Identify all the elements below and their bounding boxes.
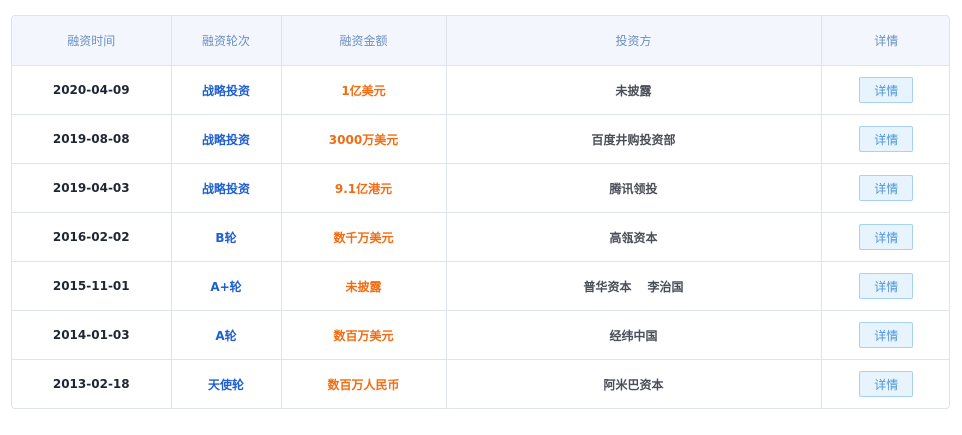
investor-name: 阿米巴资本 bbox=[603, 377, 664, 392]
cell-financing-round: B轮 bbox=[171, 212, 282, 262]
cell-investors: 百度井购投资部 bbox=[446, 114, 822, 164]
table-row: 2015-11-01 A+轮 未披露 普华资本 李治国 详情 bbox=[12, 261, 949, 311]
details-button[interactable]: 详情 bbox=[859, 77, 914, 103]
header-financing-amount: 融资金额 bbox=[281, 16, 447, 66]
investor-name: 高瓴资本 bbox=[609, 230, 658, 245]
cell-financing-amount: 未披露 bbox=[281, 261, 447, 311]
cell-investors: 腾讯领投 bbox=[446, 163, 822, 213]
cell-financing-date: 2016-02-02 bbox=[12, 212, 172, 262]
cell-financing-amount: 1亿美元 bbox=[281, 65, 447, 115]
cell-financing-date: 2014-01-03 bbox=[12, 310, 172, 360]
cell-details: 详情 bbox=[821, 163, 949, 213]
cell-details: 详情 bbox=[821, 261, 949, 311]
cell-details: 详情 bbox=[821, 212, 949, 262]
cell-investors: 普华资本 李治国 bbox=[446, 261, 822, 311]
cell-financing-round: 天使轮 bbox=[171, 359, 282, 408]
table-row: 2020-04-09 战略投资 1亿美元 未披露 详情 bbox=[12, 65, 949, 115]
financing-history-table: 融资时间 融资轮次 融资金额 投资方 详情 2020-04-09 战略投资 1亿美元… bbox=[11, 15, 950, 409]
details-button[interactable]: 详情 bbox=[859, 175, 914, 201]
cell-financing-amount: 3000万美元 bbox=[281, 114, 447, 164]
table-header-row: 融资时间 融资轮次 融资金额 投资方 详情 bbox=[12, 16, 949, 66]
header-investors: 投资方 bbox=[446, 16, 822, 66]
cell-details: 详情 bbox=[821, 65, 949, 115]
investor-name: 未披露 bbox=[615, 83, 652, 98]
cell-financing-amount: 数千万美元 bbox=[281, 212, 447, 262]
investor-name: 百度井购投资部 bbox=[591, 132, 676, 147]
cell-financing-date: 2019-08-08 bbox=[12, 114, 172, 164]
cell-financing-date: 2020-04-09 bbox=[12, 65, 172, 115]
header-details: 详情 bbox=[821, 16, 949, 66]
table-row: 2019-08-08 战略投资 3000万美元 百度井购投资部 详情 bbox=[12, 114, 949, 164]
table-row: 2013-02-18 天使轮 数百万人民币 阿米巴资本 详情 bbox=[12, 359, 949, 409]
cell-financing-date: 2015-11-01 bbox=[12, 261, 172, 311]
details-button[interactable]: 详情 bbox=[859, 126, 914, 152]
cell-details: 详情 bbox=[821, 114, 949, 164]
cell-details: 详情 bbox=[821, 360, 949, 409]
cell-financing-round: A+轮 bbox=[171, 261, 282, 311]
cell-financing-round: 战略投资 bbox=[171, 114, 282, 164]
details-button[interactable]: 详情 bbox=[859, 371, 914, 397]
table-row: 2019-04-03 战略投资 9.1亿港元 腾讯领投 详情 bbox=[12, 163, 949, 213]
investor-name: 普华资本 bbox=[583, 279, 632, 294]
cell-financing-date: 2013-02-18 bbox=[12, 359, 172, 408]
details-button[interactable]: 详情 bbox=[859, 224, 914, 250]
cell-financing-amount: 数百万人民币 bbox=[281, 359, 447, 408]
investor-name: 腾讯领投 bbox=[609, 181, 658, 196]
investor-name: 经纬中国 bbox=[609, 328, 658, 343]
cell-financing-date: 2019-04-03 bbox=[12, 163, 172, 213]
header-financing-time: 融资时间 bbox=[12, 16, 172, 66]
cell-investors: 经纬中国 bbox=[446, 310, 822, 360]
cell-financing-round: 战略投资 bbox=[171, 163, 282, 213]
investor-name: 李治国 bbox=[647, 279, 684, 294]
header-financing-round: 融资轮次 bbox=[171, 16, 282, 66]
cell-financing-round: A轮 bbox=[171, 310, 282, 360]
cell-financing-amount: 9.1亿港元 bbox=[281, 163, 447, 213]
cell-investors: 阿米巴资本 bbox=[446, 359, 822, 408]
cell-investors: 未披露 bbox=[446, 65, 822, 115]
table-row: 2016-02-02 B轮 数千万美元 高瓴资本 详情 bbox=[12, 212, 949, 262]
cell-financing-round: 战略投资 bbox=[171, 65, 282, 115]
cell-investors: 高瓴资本 bbox=[446, 212, 822, 262]
cell-financing-amount: 数百万美元 bbox=[281, 310, 447, 360]
details-button[interactable]: 详情 bbox=[859, 273, 914, 299]
table-row: 2014-01-03 A轮 数百万美元 经纬中国 详情 bbox=[12, 310, 949, 360]
details-button[interactable]: 详情 bbox=[859, 322, 914, 348]
cell-details: 详情 bbox=[821, 310, 949, 360]
